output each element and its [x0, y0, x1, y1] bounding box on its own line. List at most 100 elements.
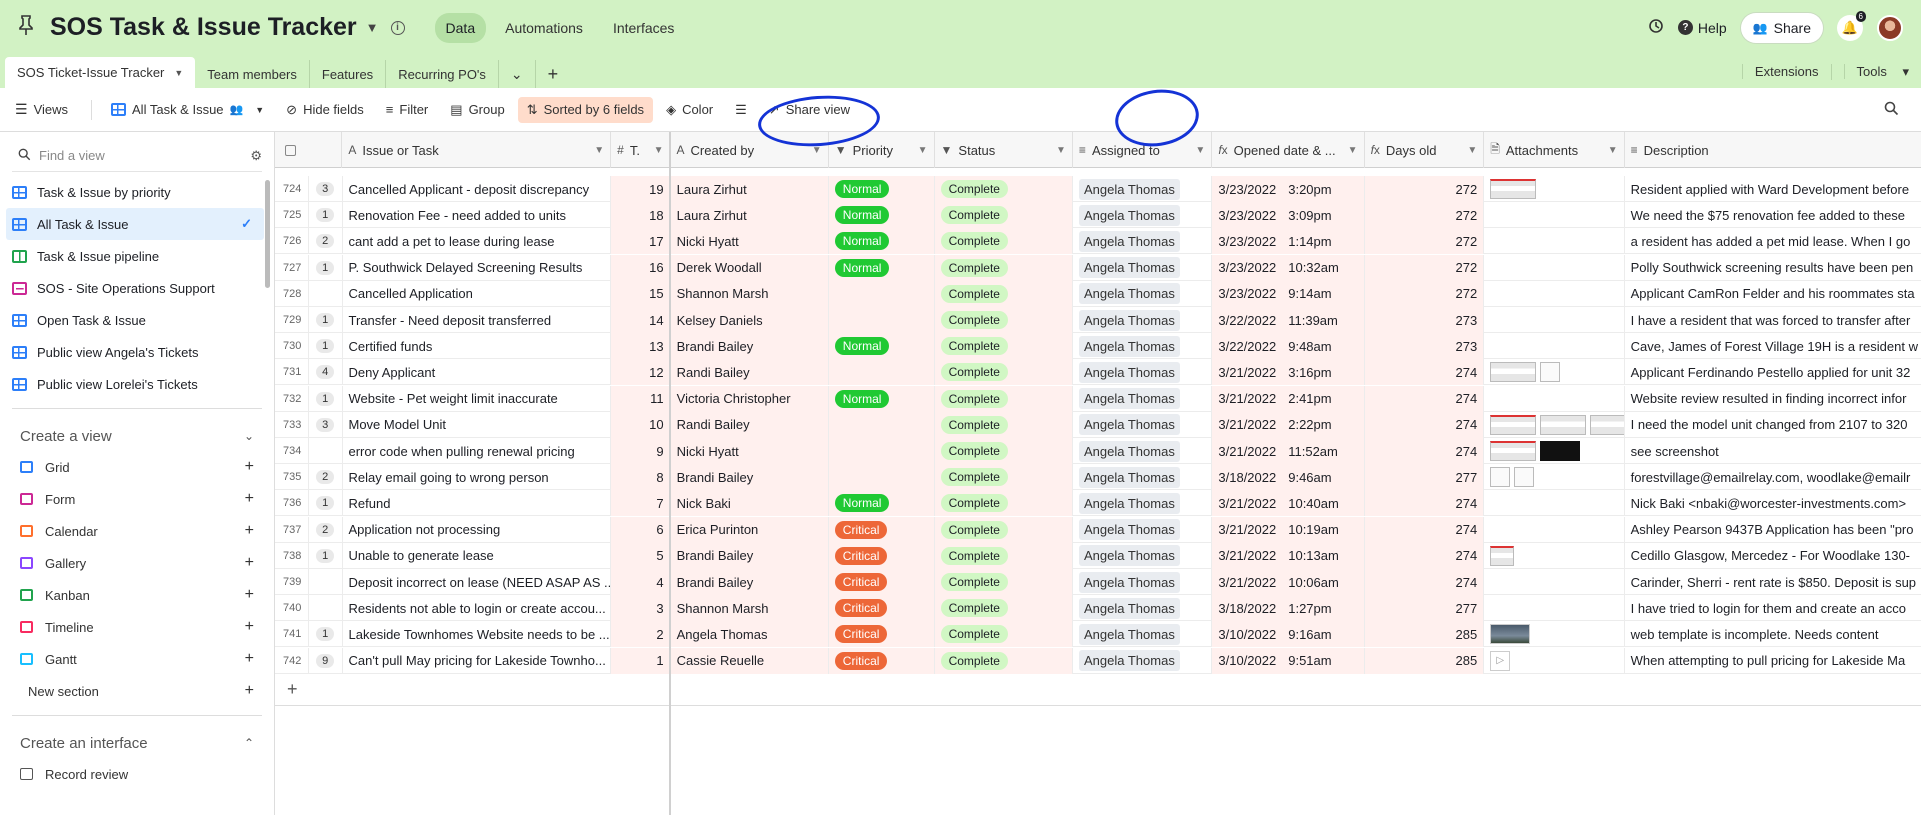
attachments-cell[interactable]: [1484, 176, 1625, 202]
priority-cell[interactable]: Critical: [828, 647, 935, 674]
comment-count-cell[interactable]: 1: [309, 621, 343, 648]
created-by-cell[interactable]: Erica Purinton: [670, 516, 829, 543]
assigned-to-cell[interactable]: Angela Thomas: [1073, 176, 1213, 202]
issue-cell[interactable]: Move Model Unit: [343, 411, 612, 438]
tools-button[interactable]: Tools ▾: [1830, 63, 1921, 80]
create-view-form[interactable]: Form +: [0, 483, 274, 515]
t-cell[interactable]: 19: [611, 176, 671, 202]
select-all-checkbox-cell[interactable]: [275, 132, 343, 168]
opened-date-cell[interactable]: 3/21/2022 3:16pm: [1212, 359, 1365, 386]
days-old-cell[interactable]: 272: [1364, 228, 1485, 255]
col-header-days-old[interactable]: fx Days old ▼: [1365, 132, 1485, 168]
days-old-cell[interactable]: 272: [1364, 254, 1485, 281]
created-by-cell[interactable]: Randi Bailey: [670, 359, 829, 386]
col-header-t[interactable]: # T. ▼: [611, 132, 671, 168]
sidebar-view-item[interactable]: Public view Lorelei's Tickets: [0, 368, 274, 400]
create-interface-section-toggle[interactable]: Create an interface ⌃: [0, 728, 274, 758]
issue-cell[interactable]: Transfer - Need deposit transferred: [343, 307, 612, 333]
assigned-to-cell[interactable]: Angela Thomas: [1073, 411, 1213, 438]
status-cell[interactable]: Complete: [934, 307, 1073, 333]
description-cell[interactable]: a resident has added a pet mid lease. Wh…: [1625, 228, 1921, 254]
created-by-cell[interactable]: Victoria Christopher: [670, 385, 829, 412]
attachments-cell[interactable]: [1484, 438, 1625, 464]
table-row[interactable]: 728 Cancelled Application 15 Shannon Marsh C…: [275, 280, 1921, 307]
priority-cell[interactable]: [828, 307, 935, 333]
sidebar-view-item[interactable]: SOS - Site Operations Support: [0, 272, 274, 304]
comment-count-cell[interactable]: 2: [309, 464, 343, 491]
create-view-section-toggle[interactable]: Create a view ⌄: [0, 421, 274, 451]
opened-date-cell[interactable]: 3/23/2022 3:09pm: [1212, 202, 1365, 229]
chevron-down-icon[interactable]: ▼: [812, 145, 822, 156]
history-icon[interactable]: [1648, 18, 1664, 37]
priority-cell[interactable]: Critical: [828, 569, 935, 595]
days-old-cell[interactable]: 274: [1364, 385, 1485, 412]
issue-cell[interactable]: P. Southwick Delayed Screening Results: [343, 254, 612, 281]
attachment-thumbnail[interactable]: [1490, 624, 1531, 645]
table-row[interactable]: 729 1 Transfer - Need deposit transferred 1…: [275, 307, 1921, 333]
priority-cell[interactable]: Normal: [828, 254, 935, 281]
attachment-thumbnail[interactable]: [1490, 414, 1537, 435]
issue-cell[interactable]: Lakeside Townhomes Website needs to be .…: [343, 621, 612, 648]
new-section-button[interactable]: New section +: [0, 675, 274, 707]
pin-icon[interactable]: [18, 14, 38, 41]
comment-count-cell[interactable]: 9: [309, 647, 343, 674]
created-by-cell[interactable]: Nicki Hyatt: [670, 438, 829, 464]
opened-date-cell[interactable]: 3/21/2022 2:22pm: [1212, 411, 1365, 438]
created-by-cell[interactable]: Nicki Hyatt: [670, 228, 829, 255]
days-old-cell[interactable]: 285: [1364, 621, 1485, 648]
assigned-to-cell[interactable]: Angela Thomas: [1073, 542, 1213, 569]
t-cell[interactable]: 18: [611, 202, 671, 229]
opened-date-cell[interactable]: 3/23/2022 10:32am: [1212, 254, 1365, 281]
frozen-column-divider[interactable]: [669, 132, 671, 815]
table-row[interactable]: 735 2 Relay email going to wrong person 8 Br…: [275, 464, 1921, 491]
checkbox[interactable]: [285, 144, 296, 156]
attachments-cell[interactable]: [1484, 280, 1625, 307]
opened-date-cell[interactable]: 3/21/2022 10:40am: [1212, 490, 1365, 517]
assigned-to-cell[interactable]: Angela Thomas: [1073, 359, 1213, 386]
chevron-down-icon[interactable]: ▼: [1348, 145, 1358, 156]
sort-button[interactable]: ⇅ Sorted by 6 fields: [517, 96, 654, 123]
t-cell[interactable]: 12: [611, 359, 671, 386]
comment-count-cell[interactable]: [309, 595, 343, 622]
description-cell[interactable]: Applicant CamRon Felder and his roommate…: [1625, 281, 1921, 307]
opened-date-cell[interactable]: 3/21/2022 10:13am: [1212, 542, 1365, 569]
opened-date-cell[interactable]: 3/23/2022 1:14pm: [1212, 228, 1365, 255]
description-cell[interactable]: Resident applied with Ward Development b…: [1625, 176, 1921, 202]
comment-count-cell[interactable]: [309, 438, 343, 464]
status-cell[interactable]: Complete: [934, 280, 1073, 307]
table-row[interactable]: 738 1 Unable to generate lease 5 Brandi Bail…: [275, 542, 1921, 569]
status-cell[interactable]: Complete: [934, 647, 1073, 674]
created-by-cell[interactable]: Brandi Bailey: [670, 569, 829, 595]
attachments-cell[interactable]: ▷: [1484, 647, 1625, 674]
priority-cell[interactable]: Normal: [828, 176, 935, 202]
nav-interfaces[interactable]: Interfaces: [602, 13, 685, 43]
priority-cell[interactable]: Critical: [828, 595, 935, 622]
sidebar-view-item[interactable]: Open Task & Issue: [0, 304, 274, 336]
attachments-cell[interactable]: [1484, 542, 1625, 569]
assigned-to-cell[interactable]: Angela Thomas: [1073, 516, 1213, 543]
current-view-selector[interactable]: All Task & Issue 👥 ▼: [102, 97, 273, 122]
description-cell[interactable]: Cave, James of Forest Village 19H is a r…: [1625, 333, 1921, 359]
assigned-to-cell[interactable]: Angela Thomas: [1073, 202, 1213, 229]
comment-count-cell[interactable]: [309, 280, 343, 307]
t-cell[interactable]: 13: [611, 333, 671, 360]
comment-count-cell[interactable]: [309, 569, 343, 595]
priority-cell[interactable]: Critical: [828, 542, 935, 569]
opened-date-cell[interactable]: 3/22/2022 11:39am: [1212, 307, 1365, 333]
assigned-to-cell[interactable]: Angela Thomas: [1073, 385, 1213, 412]
table-row[interactable]: 730 1 Certified funds 13 Brandi Bailey Normal…: [275, 333, 1921, 360]
chevron-down-icon[interactable]: ▼: [918, 145, 928, 156]
sidebar-view-item[interactable]: All Task & Issue ✓: [6, 208, 264, 240]
attachment-thumbnail[interactable]: [1490, 545, 1515, 566]
assigned-to-cell[interactable]: Angela Thomas: [1073, 228, 1213, 255]
attachments-cell[interactable]: [1484, 333, 1625, 360]
create-view-calendar[interactable]: Calendar +: [0, 515, 274, 547]
description-cell[interactable]: I have tried to login for them and creat…: [1625, 595, 1921, 621]
status-cell[interactable]: Complete: [934, 202, 1073, 229]
comment-count-cell[interactable]: 1: [309, 254, 343, 281]
col-header-description[interactable]: ≡ Description: [1625, 132, 1921, 168]
days-old-cell[interactable]: 274: [1364, 359, 1485, 386]
created-by-cell[interactable]: Brandi Bailey: [670, 464, 829, 491]
attachments-cell[interactable]: [1484, 254, 1625, 281]
days-old-cell[interactable]: 273: [1364, 307, 1485, 333]
